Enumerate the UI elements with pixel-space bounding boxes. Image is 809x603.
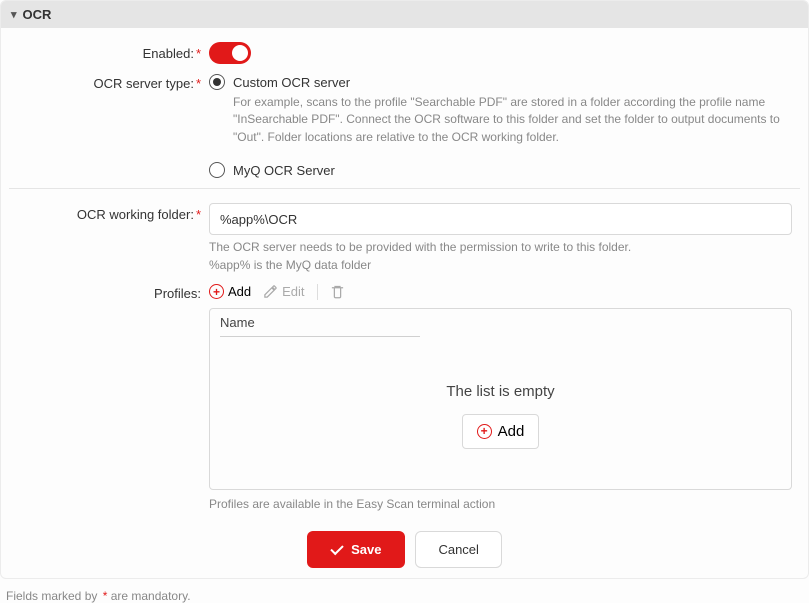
profiles-list: Name The list is empty + Add	[209, 308, 792, 490]
working-folder-input[interactable]	[209, 203, 792, 235]
radio-icon	[209, 162, 225, 178]
trash-icon	[330, 284, 345, 299]
panel-body: Enabled:* OCR server type:* Custom OCR s…	[1, 28, 808, 578]
working-folder-help2: %app% is the MyQ data folder	[209, 257, 792, 274]
enabled-toggle[interactable]	[209, 42, 251, 64]
profiles-col-name[interactable]: Name	[220, 315, 420, 337]
radio-myq-ocr[interactable]: MyQ OCR Server	[209, 162, 792, 178]
profiles-empty-text: The list is empty	[446, 383, 554, 400]
profiles-empty-state: The list is empty + Add	[210, 343, 791, 489]
profiles-toolbar: + Add Edit	[209, 282, 792, 308]
profiles-empty-add-button[interactable]: + Add	[462, 414, 540, 449]
cancel-button-label: Cancel	[438, 542, 478, 557]
section-divider	[9, 188, 800, 189]
radio-icon	[209, 74, 225, 90]
save-button-label: Save	[351, 542, 381, 557]
save-button[interactable]: Save	[307, 531, 405, 568]
check-icon	[330, 542, 343, 555]
add-button-label: Add	[228, 284, 251, 299]
radio-custom-label: Custom OCR server	[233, 75, 350, 90]
working-folder-help1: The OCR server needs to be provided with…	[209, 239, 792, 256]
enabled-label: Enabled:*	[9, 42, 209, 61]
radio-custom-ocr[interactable]: Custom OCR server	[209, 74, 792, 90]
cancel-button[interactable]: Cancel	[415, 531, 501, 568]
toggle-knob	[232, 45, 248, 61]
ocr-panel: ▾ OCR Enabled:* OCR server type:* Cust	[0, 0, 809, 579]
plus-circle-icon: +	[477, 424, 492, 439]
profiles-add-button[interactable]: + Add	[209, 284, 251, 299]
profiles-list-header: Name	[210, 309, 791, 343]
toolbar-separator	[317, 284, 318, 300]
edit-button-label: Edit	[282, 284, 304, 299]
form-footer: Save Cancel	[9, 531, 800, 568]
custom-ocr-help: For example, scans to the profile "Searc…	[233, 94, 792, 146]
server-type-label: OCR server type:*	[9, 72, 209, 91]
profiles-delete-button[interactable]	[330, 284, 345, 299]
working-folder-label: OCR working folder:*	[9, 203, 209, 222]
profiles-label: Profiles:	[9, 282, 209, 301]
chevron-down-icon: ▾	[11, 8, 17, 21]
mandatory-note: Fields marked by * are mandatory.	[0, 579, 809, 603]
pencil-icon	[263, 284, 278, 299]
profiles-edit-button[interactable]: Edit	[263, 284, 304, 299]
profiles-empty-add-label: Add	[498, 423, 525, 440]
radio-myq-label: MyQ OCR Server	[233, 163, 335, 178]
plus-circle-icon: +	[209, 284, 224, 299]
panel-header[interactable]: ▾ OCR	[1, 1, 808, 28]
panel-title: OCR	[23, 7, 52, 22]
profiles-help: Profiles are available in the Easy Scan …	[209, 496, 792, 513]
